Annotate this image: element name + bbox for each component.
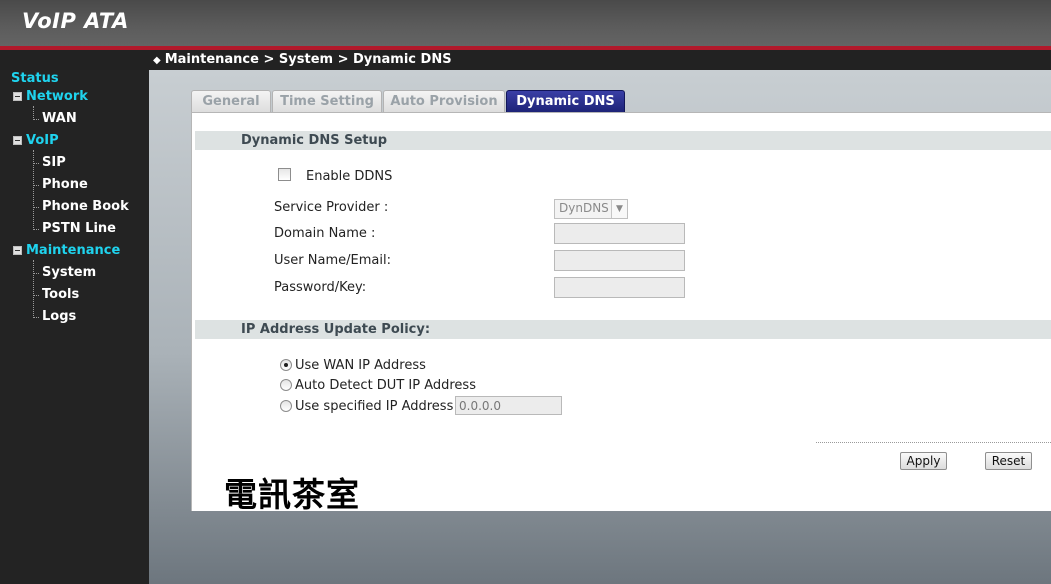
section-title: Dynamic DNS Setup — [241, 133, 388, 148]
collapse-icon-network[interactable] — [13, 92, 22, 101]
tab-auto-provision[interactable]: Auto Provision — [383, 90, 505, 113]
tab-time-setting[interactable]: Time Setting — [272, 90, 382, 113]
sidebar-item-phone-book[interactable]: Phone Book — [42, 199, 129, 214]
sidebar-item-logs[interactable]: Logs — [42, 309, 76, 324]
tree-branch — [34, 207, 39, 208]
username-input[interactable] — [554, 250, 685, 271]
app-header: VoIP ATA — [0, 0, 1051, 46]
enable-ddns-checkbox[interactable] — [278, 168, 291, 181]
service-provider-value: DynDNS — [559, 201, 609, 215]
sidebar-item-status[interactable]: Status — [11, 71, 59, 86]
tree-line — [33, 150, 34, 230]
radio-auto-detect-ip[interactable] — [280, 379, 292, 391]
sidebar-item-voip[interactable]: VoIP — [26, 133, 59, 148]
tab-general[interactable]: General — [191, 90, 271, 113]
collapse-icon-maintenance[interactable] — [13, 246, 22, 255]
service-provider-select[interactable]: DynDNS ▼ — [554, 199, 628, 219]
sidebar-item-tools[interactable]: Tools — [42, 287, 79, 302]
sidebar-item-network[interactable]: Network — [26, 89, 88, 104]
app-title: VoIP ATA — [22, 9, 129, 33]
tree-branch — [34, 295, 39, 296]
auto-detect-ip-label: Auto Detect DUT IP Address — [295, 378, 476, 393]
username-label: User Name/Email: — [274, 253, 391, 268]
use-wan-ip-label: Use WAN IP Address — [295, 358, 426, 373]
sidebar-item-wan[interactable]: WAN — [42, 111, 77, 126]
domain-name-label: Domain Name : — [274, 226, 376, 241]
collapse-icon-voip[interactable] — [13, 136, 22, 145]
sidebar-item-maintenance[interactable]: Maintenance — [26, 243, 120, 258]
breadcrumb: ◆ Maintenance > System > Dynamic DNS — [153, 52, 452, 67]
sidebar-item-sip[interactable]: SIP — [42, 155, 66, 170]
apply-button[interactable]: Apply — [900, 452, 947, 470]
tree-branch — [34, 163, 39, 164]
watermark-text: 電訊茶室 — [224, 475, 360, 514]
sidebar-item-pstn-line[interactable]: PSTN Line — [42, 221, 116, 236]
tree-branch — [34, 185, 39, 186]
domain-name-input[interactable] — [554, 223, 685, 244]
sidebar — [0, 70, 149, 584]
tab-dynamic-dns[interactable]: Dynamic DNS — [506, 90, 625, 113]
specified-ip-label: Use specified IP Address — [295, 399, 454, 414]
enable-ddns-label: Enable DDNS — [306, 169, 393, 184]
service-provider-label: Service Provider : — [274, 200, 389, 215]
breadcrumb-text: Maintenance > System > Dynamic DNS — [164, 52, 452, 67]
section-dynamic-dns-setup: Dynamic DNS Setup — [195, 131, 1051, 150]
tree-branch — [34, 317, 39, 318]
tree-branch — [34, 273, 39, 274]
tree-branch — [34, 119, 39, 120]
tree-branch — [34, 229, 39, 230]
password-input[interactable] — [554, 277, 685, 298]
divider — [816, 442, 1051, 443]
section-title: IP Address Update Policy: — [241, 322, 431, 337]
section-ip-update-policy: IP Address Update Policy: — [195, 320, 1051, 339]
dropdown-arrow-icon: ▼ — [611, 200, 627, 218]
specified-ip-input[interactable]: 0.0.0.0 — [455, 396, 562, 415]
reset-button[interactable]: Reset — [985, 452, 1032, 470]
sidebar-item-system[interactable]: System — [42, 265, 96, 280]
sidebar-item-phone[interactable]: Phone — [42, 177, 88, 192]
tree-line — [33, 106, 34, 120]
radio-specified-ip[interactable] — [280, 400, 292, 412]
tree-line — [33, 260, 34, 318]
diamond-icon: ◆ — [153, 55, 161, 66]
radio-use-wan-ip[interactable] — [280, 359, 292, 371]
password-label: Password/Key: — [274, 280, 367, 295]
